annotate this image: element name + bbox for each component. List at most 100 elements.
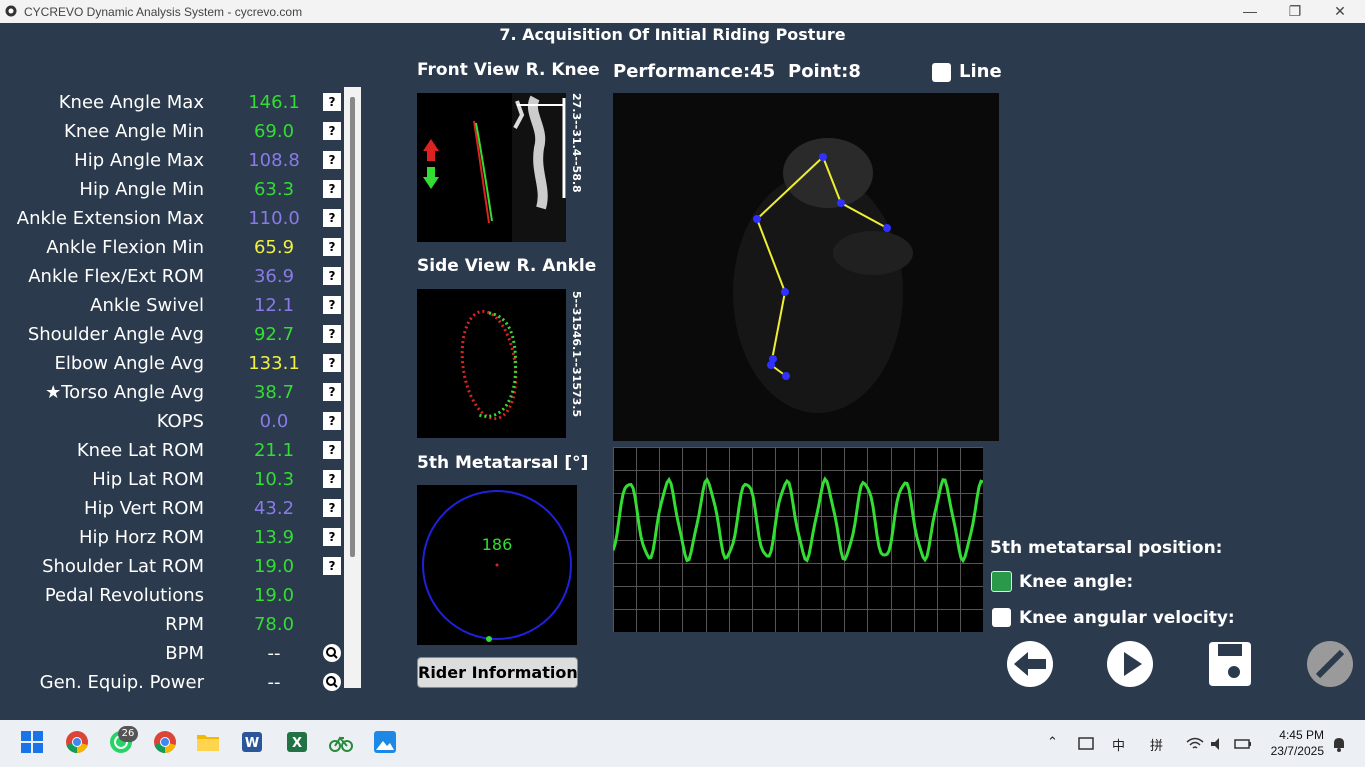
side-view-scale: 5--31546.1--31573.5: [570, 291, 583, 418]
front-view-title: Front View R. Knee: [417, 60, 600, 80]
word-icon[interactable]: W: [240, 730, 264, 754]
clock-time: 4:45 PM: [1279, 728, 1324, 742]
excel-icon[interactable]: X: [285, 730, 309, 754]
metric-label: Ankle Swivel: [90, 295, 204, 316]
skeleton-overlay: [733, 138, 913, 413]
file-explorer-icon[interactable]: [196, 730, 220, 754]
metric-row: Hip Angle Min 63.3?: [0, 177, 345, 206]
help-icon[interactable]: ?: [323, 93, 341, 111]
back-arrow-icon[interactable]: [1006, 640, 1054, 688]
metric-row: Shoulder Lat ROM 19.0?: [0, 554, 345, 583]
metric-row: Elbow Angle Avg 133.1?: [0, 351, 345, 380]
metric-row: Ankle Extension Max 110.0?: [0, 206, 345, 235]
restore-button[interactable]: ❐: [1275, 2, 1315, 22]
notification-bell-icon[interactable]: [1331, 736, 1347, 752]
help-icon[interactable]: ?: [323, 180, 341, 198]
metric-label: Shoulder Angle Avg: [27, 324, 204, 345]
close-button[interactable]: ✕: [1320, 2, 1360, 22]
knee-angle-label: Knee angle:: [1019, 572, 1134, 592]
metric-row: Ankle Swivel 12.1?: [0, 293, 345, 322]
help-icon[interactable]: ?: [323, 122, 341, 140]
metric-label: Ankle Extension Max: [16, 208, 204, 229]
help-icon[interactable]: ?: [323, 354, 341, 372]
cycrevo-bike-icon[interactable]: [329, 730, 353, 754]
help-icon[interactable]: ?: [323, 499, 341, 517]
metric-value: 146.1: [248, 92, 300, 113]
metric-row: RPM 78.0: [0, 612, 345, 641]
metric-row: Gen. Equip. Power --: [0, 670, 345, 699]
knee-angle-checkbox[interactable]: [991, 571, 1012, 592]
cast-icon[interactable]: [1078, 737, 1094, 751]
metric-value: 0.0: [259, 411, 289, 432]
chrome-profile-icon[interactable]: [153, 730, 177, 754]
help-icon[interactable]: ?: [323, 296, 341, 314]
help-icon[interactable]: ?: [323, 383, 341, 401]
speaker-icon[interactable]: [1210, 737, 1226, 751]
metatarsal-value: 186: [481, 535, 513, 554]
save-icon[interactable]: [1206, 640, 1254, 688]
battery-icon[interactable]: [1234, 737, 1252, 751]
metric-label: RPM: [165, 614, 204, 635]
chevron-up-icon[interactable]: ⌃: [1047, 735, 1058, 750]
metric-value: 19.0: [253, 585, 295, 606]
metric-row: KOPS 0.0?: [0, 409, 345, 438]
windows-start-icon[interactable]: [20, 730, 44, 754]
metric-value: 13.9: [253, 527, 295, 548]
help-icon[interactable]: ?: [323, 151, 341, 169]
metric-label: Knee Lat ROM: [76, 440, 204, 461]
app-logo-icon: [5, 5, 17, 17]
help-icon[interactable]: ?: [323, 325, 341, 343]
waveform-svg: [613, 447, 983, 632]
help-icon[interactable]: ?: [323, 412, 341, 430]
metric-value: 10.3: [253, 469, 295, 490]
metric-row: Hip Lat ROM 10.3?: [0, 467, 345, 496]
metric-label: Hip Lat ROM: [92, 469, 204, 490]
scrollbar-thumb[interactable]: [350, 97, 355, 557]
metric-value: --: [267, 643, 281, 664]
help-icon[interactable]: ?: [323, 267, 341, 285]
metric-label: Hip Vert ROM: [83, 498, 204, 519]
help-icon[interactable]: ?: [323, 528, 341, 546]
metrics-scrollbar[interactable]: [344, 87, 361, 688]
ime-mode-icon[interactable]: 拼: [1150, 735, 1163, 754]
metric-value: 12.1: [253, 295, 295, 316]
play-icon[interactable]: [1106, 640, 1154, 688]
rider-information-button[interactable]: Rider Information: [417, 657, 578, 688]
metric-value: 108.8: [248, 150, 300, 171]
whatsapp-badge: 26: [118, 726, 138, 742]
help-icon[interactable]: ?: [323, 441, 341, 459]
wifi-icon[interactable]: [1186, 737, 1204, 751]
window-title: CYCREVO Dynamic Analysis System - cycrev…: [24, 5, 303, 19]
metric-value: 78.0: [253, 614, 295, 635]
chrome-icon[interactable]: [65, 730, 89, 754]
window-titlebar: CYCREVO Dynamic Analysis System - cycrev…: [0, 0, 1365, 23]
metric-row: Knee Angle Min 69.0?: [0, 119, 345, 148]
line-checkbox[interactable]: [932, 63, 951, 82]
help-icon[interactable]: ?: [323, 470, 341, 488]
side-view-ankle-trace: [460, 309, 518, 421]
metric-row: Knee Lat ROM 21.1?: [0, 438, 345, 467]
system-clock[interactable]: 4:45 PM 23/7/2025: [1262, 727, 1324, 759]
metric-value: 65.9: [253, 237, 295, 258]
svg-text:W: W: [245, 736, 259, 751]
side-view-title: Side View R. Ankle: [417, 256, 597, 276]
minimize-button[interactable]: —: [1230, 2, 1270, 22]
metric-value: 110.0: [248, 208, 300, 229]
metric-label: Gen. Equip. Power: [39, 672, 204, 693]
metric-row: Ankle Flex/Ext ROM 36.9?: [0, 264, 345, 293]
metric-value: 133.1: [248, 353, 300, 374]
front-view-scale: 27.3--31.4--58.8: [570, 93, 583, 193]
knee-velocity-checkbox[interactable]: [992, 608, 1011, 627]
help-icon[interactable]: ?: [323, 557, 341, 575]
metric-row: Hip Angle Max 108.8?: [0, 148, 345, 177]
ime-language-icon[interactable]: 中: [1112, 735, 1125, 754]
metric-value: 19.0: [253, 556, 295, 577]
metric-label: Ankle Flex/Ext ROM: [28, 266, 204, 287]
photos-icon[interactable]: [373, 730, 397, 754]
magnifier-icon[interactable]: [323, 644, 341, 662]
metric-label: BPM: [165, 643, 204, 664]
help-icon[interactable]: ?: [323, 209, 341, 227]
magnifier-icon[interactable]: [323, 673, 341, 691]
metric-row: Hip Horz ROM 13.9?: [0, 525, 345, 554]
help-icon[interactable]: ?: [323, 238, 341, 256]
